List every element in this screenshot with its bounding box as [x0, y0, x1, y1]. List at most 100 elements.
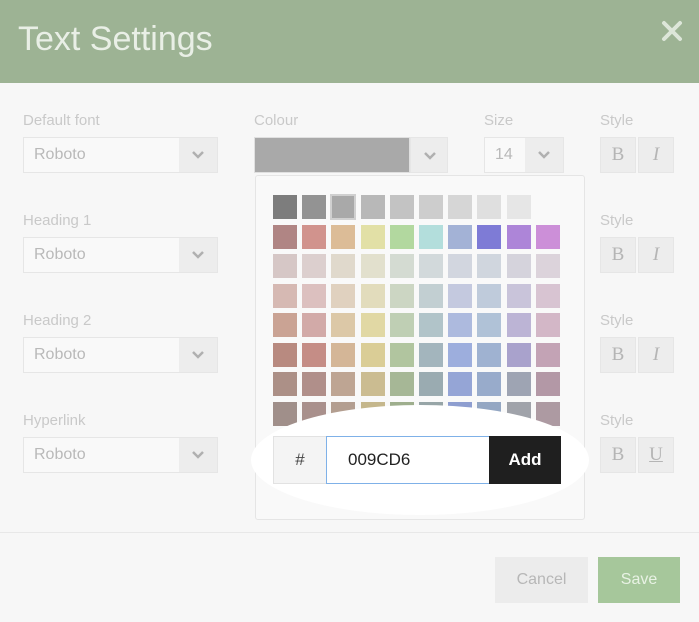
colour-swatch-option[interactable] [419, 342, 443, 367]
save-button[interactable]: Save [598, 557, 680, 603]
colour-swatch-option[interactable] [506, 224, 531, 249]
italic-button[interactable]: I [638, 137, 674, 173]
colour-swatch-option[interactable] [506, 313, 531, 337]
colour-swatch-option[interactable] [302, 195, 327, 219]
colour-swatch-option[interactable] [273, 372, 297, 396]
colour-swatch-option[interactable] [389, 195, 414, 219]
bold-button[interactable]: B [600, 137, 636, 173]
chevron-down-icon[interactable] [179, 138, 217, 172]
colour-swatch-option[interactable] [331, 283, 356, 308]
colour-swatch-option[interactable] [360, 372, 385, 396]
chevron-down-icon[interactable] [179, 438, 217, 472]
size-select[interactable]: 14 [484, 137, 564, 173]
colour-swatch-option[interactable] [506, 195, 531, 219]
heading2-select[interactable]: Roboto [23, 337, 218, 373]
colour-swatch-option[interactable] [535, 342, 560, 367]
italic-button[interactable]: I [638, 337, 674, 373]
colour-swatch-option[interactable] [419, 283, 443, 308]
colour-swatch-option[interactable] [302, 372, 327, 396]
colour-swatch-option[interactable] [273, 342, 297, 367]
colour-swatch-option[interactable] [477, 195, 502, 219]
colour-swatch-option[interactable] [477, 372, 502, 396]
colour-swatch-option[interactable] [389, 342, 414, 367]
colour-swatch-option[interactable] [273, 254, 297, 278]
colour-swatch-option[interactable] [302, 283, 327, 308]
colour-swatch-option[interactable] [535, 254, 560, 278]
colour-swatch-option[interactable] [506, 254, 531, 278]
style-label: Style [600, 312, 634, 329]
colour-swatch-option[interactable] [273, 283, 297, 308]
colour-swatch-option[interactable] [448, 195, 473, 219]
colour-swatch-option[interactable] [331, 372, 356, 396]
heading1-select[interactable]: Roboto [23, 237, 218, 273]
colour-swatch-option[interactable] [448, 224, 473, 249]
colour-swatch-option[interactable] [360, 254, 385, 278]
chevron-down-icon[interactable] [525, 138, 563, 172]
colour-swatch-option[interactable] [273, 224, 297, 249]
colour-swatch-option[interactable] [389, 254, 414, 278]
colour-swatch-option[interactable] [535, 283, 560, 308]
dialog-footer [0, 532, 699, 622]
colour-swatch-option[interactable] [419, 224, 443, 249]
colour-swatch-option[interactable] [302, 224, 327, 249]
colour-swatch-option[interactable] [448, 313, 473, 337]
colour-swatch-option[interactable] [419, 254, 443, 278]
close-icon[interactable] [659, 18, 685, 44]
chevron-down-icon[interactable] [179, 238, 217, 272]
italic-button[interactable]: I [638, 237, 674, 273]
bold-button[interactable]: B [600, 237, 636, 273]
chevron-down-icon[interactable] [410, 137, 448, 173]
colour-swatch-option[interactable] [302, 254, 327, 278]
colour-swatch-option[interactable] [331, 224, 356, 249]
colour-swatch-option[interactable] [419, 372, 443, 396]
colour-swatch-option[interactable] [419, 195, 443, 219]
hyperlink-select[interactable]: Roboto [23, 437, 218, 473]
colour-swatch-option[interactable] [273, 313, 297, 337]
size-label: Size [484, 112, 514, 129]
colour-swatch-option[interactable] [506, 372, 531, 396]
colour-swatch-option[interactable] [360, 195, 385, 219]
hex-input[interactable] [326, 436, 490, 484]
colour-swatch-option[interactable] [330, 194, 357, 220]
colour-swatch-option[interactable] [506, 283, 531, 308]
colour-swatch-option[interactable] [419, 313, 443, 337]
colour-swatch-option[interactable] [360, 313, 385, 337]
colour-swatch-option[interactable] [477, 254, 502, 278]
bold-button[interactable]: B [600, 437, 636, 473]
colour-swatch-option[interactable] [273, 195, 297, 219]
colour-swatch-option[interactable] [360, 283, 385, 308]
colour-swatch-option[interactable] [389, 372, 414, 396]
colour-swatch-option[interactable] [448, 254, 473, 278]
colour-swatch-option[interactable] [302, 342, 327, 367]
underline-button[interactable]: U [638, 437, 674, 473]
cancel-button[interactable]: Cancel [495, 557, 588, 603]
bold-button[interactable]: B [600, 337, 636, 373]
colour-swatch-option[interactable] [477, 224, 502, 249]
add-button[interactable]: Add [489, 436, 561, 484]
colour-swatch-option[interactable] [331, 342, 356, 367]
chevron-down-icon[interactable] [179, 338, 217, 372]
colour-swatch-option[interactable] [389, 313, 414, 337]
colour-swatch-option[interactable] [273, 401, 297, 426]
colour-swatch[interactable] [254, 137, 410, 173]
colour-swatch-option[interactable] [389, 283, 414, 308]
colour-swatch-option[interactable] [535, 313, 560, 337]
colour-swatch-option[interactable] [360, 342, 385, 367]
default-font-select[interactable]: Roboto [23, 137, 218, 173]
colour-swatch-option[interactable] [477, 283, 502, 308]
colour-swatch-option[interactable] [448, 283, 473, 308]
default-font-value: Roboto [34, 146, 86, 163]
colour-swatch-option[interactable] [506, 342, 531, 367]
colour-swatch-option[interactable] [389, 224, 414, 249]
colour-swatch-option[interactable] [360, 224, 385, 249]
colour-swatch-option[interactable] [477, 313, 502, 337]
colour-swatch-option[interactable] [477, 342, 502, 367]
colour-swatch-option[interactable] [535, 224, 560, 249]
colour-swatch-option[interactable] [302, 313, 327, 337]
colour-swatch-option[interactable] [448, 372, 473, 396]
colour-swatch-option[interactable] [331, 254, 356, 278]
colour-swatch-option[interactable] [535, 372, 560, 396]
colour-swatch-option[interactable] [331, 313, 356, 337]
colour-swatch-option[interactable] [448, 342, 473, 367]
heading2-value: Roboto [34, 346, 86, 363]
